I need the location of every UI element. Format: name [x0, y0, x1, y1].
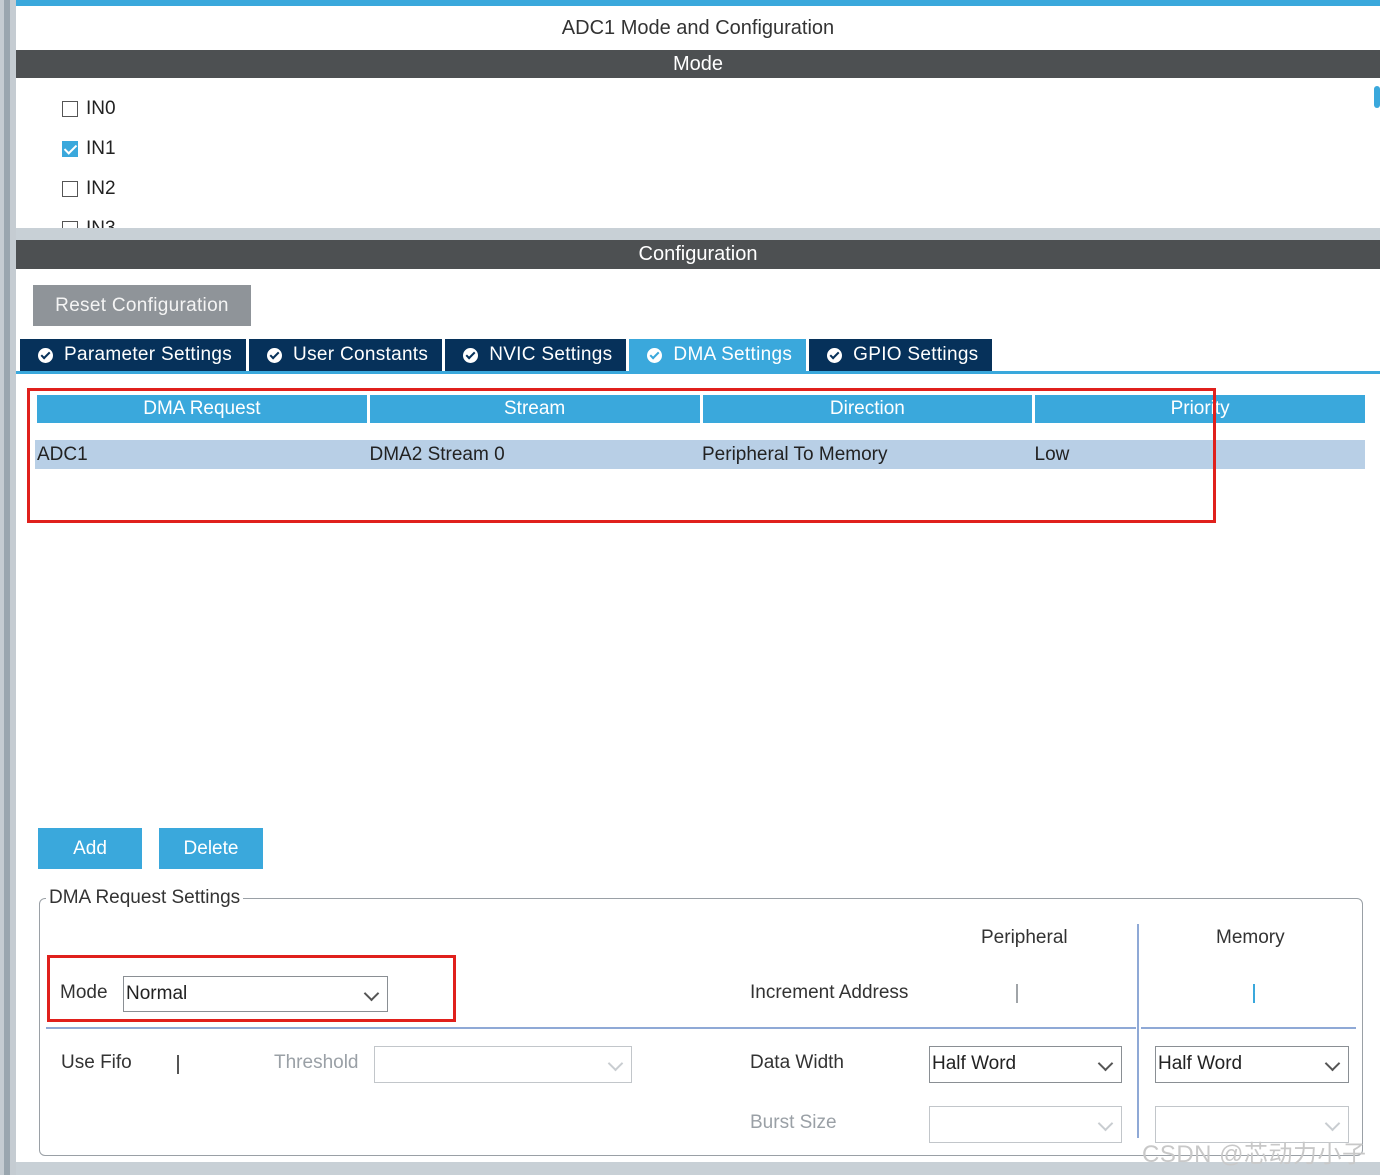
tab-parameter-settings[interactable]: Parameter Settings [20, 339, 247, 371]
data-width-peripheral-select[interactable]: Half Word [929, 1046, 1122, 1083]
burst-size-label: Burst Size [750, 1112, 837, 1133]
check-circle-icon [827, 347, 843, 363]
threshold-label: Threshold [274, 1052, 359, 1073]
watermark: CSDN @芯动力小子 [1142, 1141, 1367, 1168]
add-button[interactable]: Add [38, 828, 142, 869]
chevron-down-icon [607, 1055, 624, 1072]
tab-label: GPIO Settings [853, 344, 979, 365]
chevron-down-icon [1324, 1115, 1341, 1132]
chevron-down-icon [1097, 1055, 1114, 1072]
configuration-section-header[interactable]: Configuration [16, 240, 1380, 269]
dma-request-settings-legend: DMA Request Settings [46, 887, 244, 909]
memory-column-header: Memory [1216, 927, 1285, 948]
data-width-memory-value: Half Word [1158, 1053, 1243, 1074]
data-width-memory-select[interactable]: Half Word [1155, 1046, 1349, 1083]
mode-section-header[interactable]: Mode [16, 50, 1380, 78]
use-fifo-label: Use Fifo [61, 1052, 132, 1073]
threshold-select[interactable] [374, 1046, 632, 1083]
delete-button[interactable]: Delete [159, 828, 263, 869]
channel-in2[interactable]: IN2 [62, 178, 116, 200]
tabs-underline [16, 371, 1380, 374]
tab-label: User Constants [293, 344, 429, 365]
tab-gpio-settings[interactable]: GPIO Settings [809, 339, 993, 371]
increment-address-label: Increment Address [750, 982, 909, 1003]
use-fifo-checkbox[interactable] [177, 1055, 179, 1074]
data-width-label: Data Width [750, 1052, 844, 1073]
increment-peripheral-checkbox[interactable] [1016, 984, 1018, 1003]
chevron-down-icon [1097, 1115, 1114, 1132]
window-title: ADC1 Mode and Configuration [561, 17, 835, 39]
channel-in0-label: IN0 [86, 98, 116, 119]
row-divider-right [1141, 1027, 1356, 1029]
reset-configuration-button[interactable]: Reset Configuration [33, 285, 251, 326]
row-divider-left [46, 1027, 1136, 1029]
window-top-accent [0, 0, 1380, 6]
tab-label: NVIC Settings [489, 344, 613, 365]
check-circle-icon [267, 347, 283, 363]
channel-in1[interactable]: IN1 [62, 138, 116, 160]
mode-scrollbar-thumb[interactable] [1374, 86, 1380, 108]
channel-in1-checkbox[interactable] [62, 141, 78, 157]
highlight-box-table [27, 388, 1216, 523]
peripheral-column-header: Peripheral [981, 927, 1068, 948]
check-circle-icon [647, 347, 663, 363]
highlight-box-mode [47, 955, 456, 1022]
tab-dma-settings[interactable]: DMA Settings [629, 339, 807, 371]
check-circle-icon [38, 347, 53, 363]
data-width-peripheral-value: Half Word [932, 1053, 1017, 1074]
chevron-down-icon [1324, 1055, 1341, 1072]
channel-in0[interactable]: IN0 [62, 98, 116, 120]
tab-label: DMA Settings [673, 344, 793, 365]
mode-channel-list: IN0 IN1 IN2 IN3 [16, 78, 1380, 228]
increment-memory-checkbox[interactable] [1253, 984, 1255, 1003]
channel-in1-label: IN1 [86, 138, 116, 159]
channel-in3-checkbox[interactable] [62, 221, 78, 228]
config-tabs: Parameter Settings User Constants NVIC S… [20, 339, 995, 371]
tab-user-constants[interactable]: User Constants [249, 339, 443, 371]
channel-in3[interactable]: IN3 [62, 218, 116, 228]
left-splitter-grip [4, 0, 10, 1175]
channel-in0-checkbox[interactable] [62, 101, 78, 117]
check-circle-icon [463, 347, 479, 363]
channel-in2-label: IN2 [86, 178, 116, 199]
tab-label: Parameter Settings [64, 344, 233, 365]
burst-size-peripheral-select[interactable] [929, 1106, 1122, 1143]
section-splitter[interactable] [16, 228, 1380, 240]
channel-in2-checkbox[interactable] [62, 181, 78, 197]
tab-nvic-settings[interactable]: NVIC Settings [445, 339, 627, 371]
channel-in3-label: IN3 [86, 218, 116, 228]
column-divider [1137, 924, 1139, 1138]
